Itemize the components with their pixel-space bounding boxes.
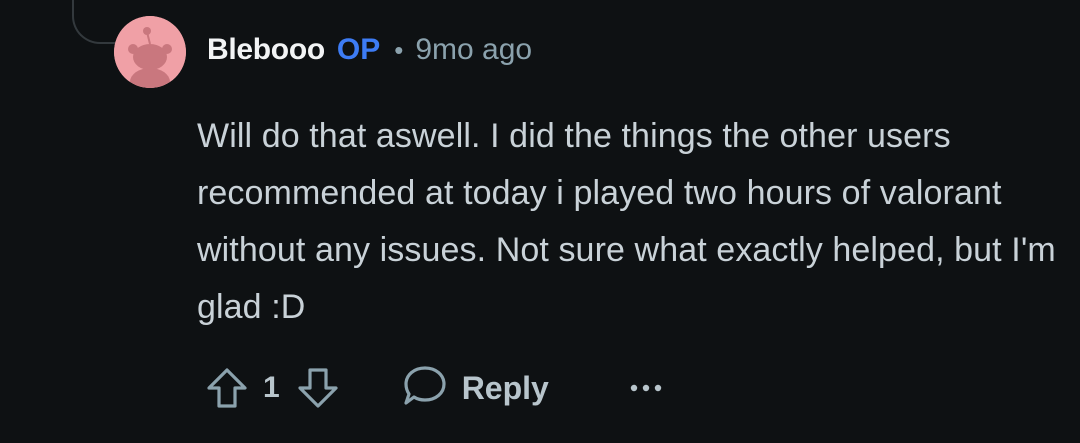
comment-actions: 1 Reply — [205, 360, 663, 416]
comment: Blebooo OP • 9mo ago Will do that aswell… — [0, 0, 1080, 443]
timestamp[interactable]: 9mo ago — [415, 33, 532, 67]
op-badge: OP — [336, 33, 381, 66]
username[interactable]: Blebooo — [207, 33, 325, 67]
vote-count: 1 — [263, 371, 280, 404]
reply-button[interactable]: Reply — [402, 364, 549, 413]
arrow-up-icon[interactable] — [205, 364, 249, 412]
separator-dot: • — [394, 34, 404, 65]
thread-line — [72, 0, 120, 44]
avatar[interactable] — [114, 16, 186, 88]
comment-body: Will do that aswell. I did the things th… — [197, 117, 1056, 326]
reply-label: Reply — [461, 369, 549, 406]
ellipsis-icon — [630, 384, 662, 392]
speech-bubble-icon — [402, 364, 448, 413]
comment-header: Blebooo OP • 9mo ago — [207, 28, 532, 72]
more-options-button[interactable] — [629, 364, 663, 412]
arrow-down-icon[interactable] — [296, 364, 340, 412]
snoo-avatar-icon — [114, 16, 186, 88]
